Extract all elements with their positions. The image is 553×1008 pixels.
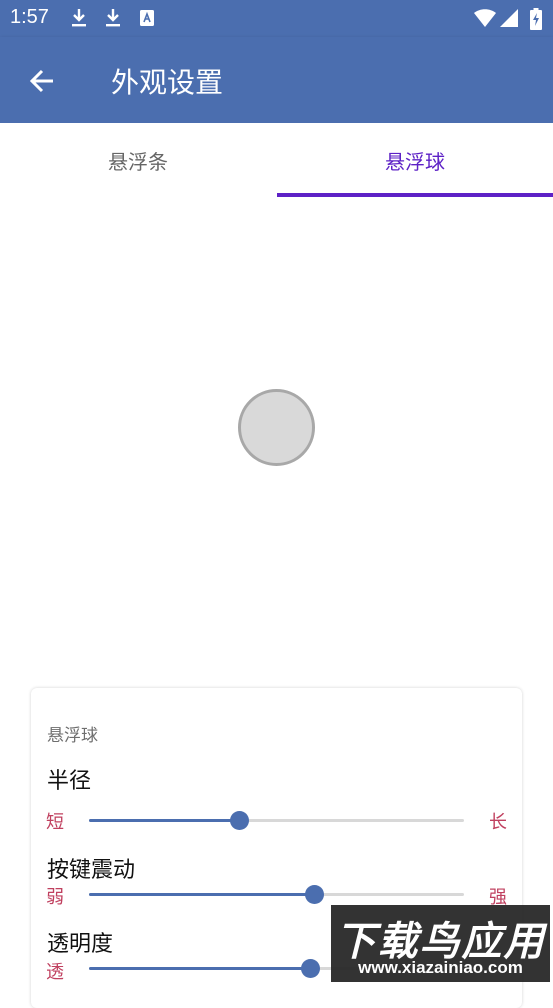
- radius-min-label: 短: [46, 812, 64, 833]
- download-icon: [70, 8, 88, 32]
- card-title: 悬浮球: [47, 726, 98, 746]
- download-icon: [104, 8, 122, 32]
- status-time: 1:57: [10, 6, 49, 28]
- tab-bar: 悬浮条 悬浮球: [0, 123, 553, 198]
- slider-fill: [89, 893, 314, 896]
- signal-icon: [500, 8, 518, 32]
- vibration-slider[interactable]: [89, 885, 464, 904]
- tab-floating-ball[interactable]: 悬浮球: [277, 123, 553, 198]
- slider-fill: [89, 819, 239, 822]
- slider-thumb[interactable]: [301, 959, 321, 978]
- tab-indicator: [277, 193, 553, 197]
- watermark-url: www.xiazainiao.com: [358, 958, 523, 977]
- keyboard-icon: [139, 8, 155, 32]
- arrow-back-icon: [29, 69, 53, 93]
- radius-max-label: 长: [489, 812, 507, 833]
- radius-label: 半径: [47, 769, 92, 794]
- page-title: 外观设置: [111, 66, 224, 99]
- tab-label: 悬浮条: [108, 150, 168, 174]
- back-button[interactable]: [20, 59, 64, 103]
- slider-thumb[interactable]: [230, 811, 249, 830]
- tab-label: 悬浮球: [385, 150, 445, 174]
- tab-floating-bar[interactable]: 悬浮条: [0, 123, 276, 198]
- vibration-label: 按键震动: [47, 858, 136, 883]
- opacity-min-label: 透: [46, 962, 64, 983]
- watermark-logo: 下载鸟应用 www.xiazainiao.com: [331, 905, 550, 982]
- wifi-icon: [474, 8, 496, 32]
- battery-charging-icon: [530, 8, 542, 34]
- status-bar: 1:57: [0, 0, 553, 37]
- vibration-min-label: 弱: [46, 887, 64, 908]
- radius-slider[interactable]: [89, 811, 464, 830]
- slider-fill: [89, 967, 311, 970]
- opacity-label: 透明度: [47, 932, 114, 957]
- floating-ball-preview[interactable]: [238, 389, 315, 466]
- app-bar: 外观设置: [0, 37, 553, 123]
- slider-thumb[interactable]: [305, 885, 324, 904]
